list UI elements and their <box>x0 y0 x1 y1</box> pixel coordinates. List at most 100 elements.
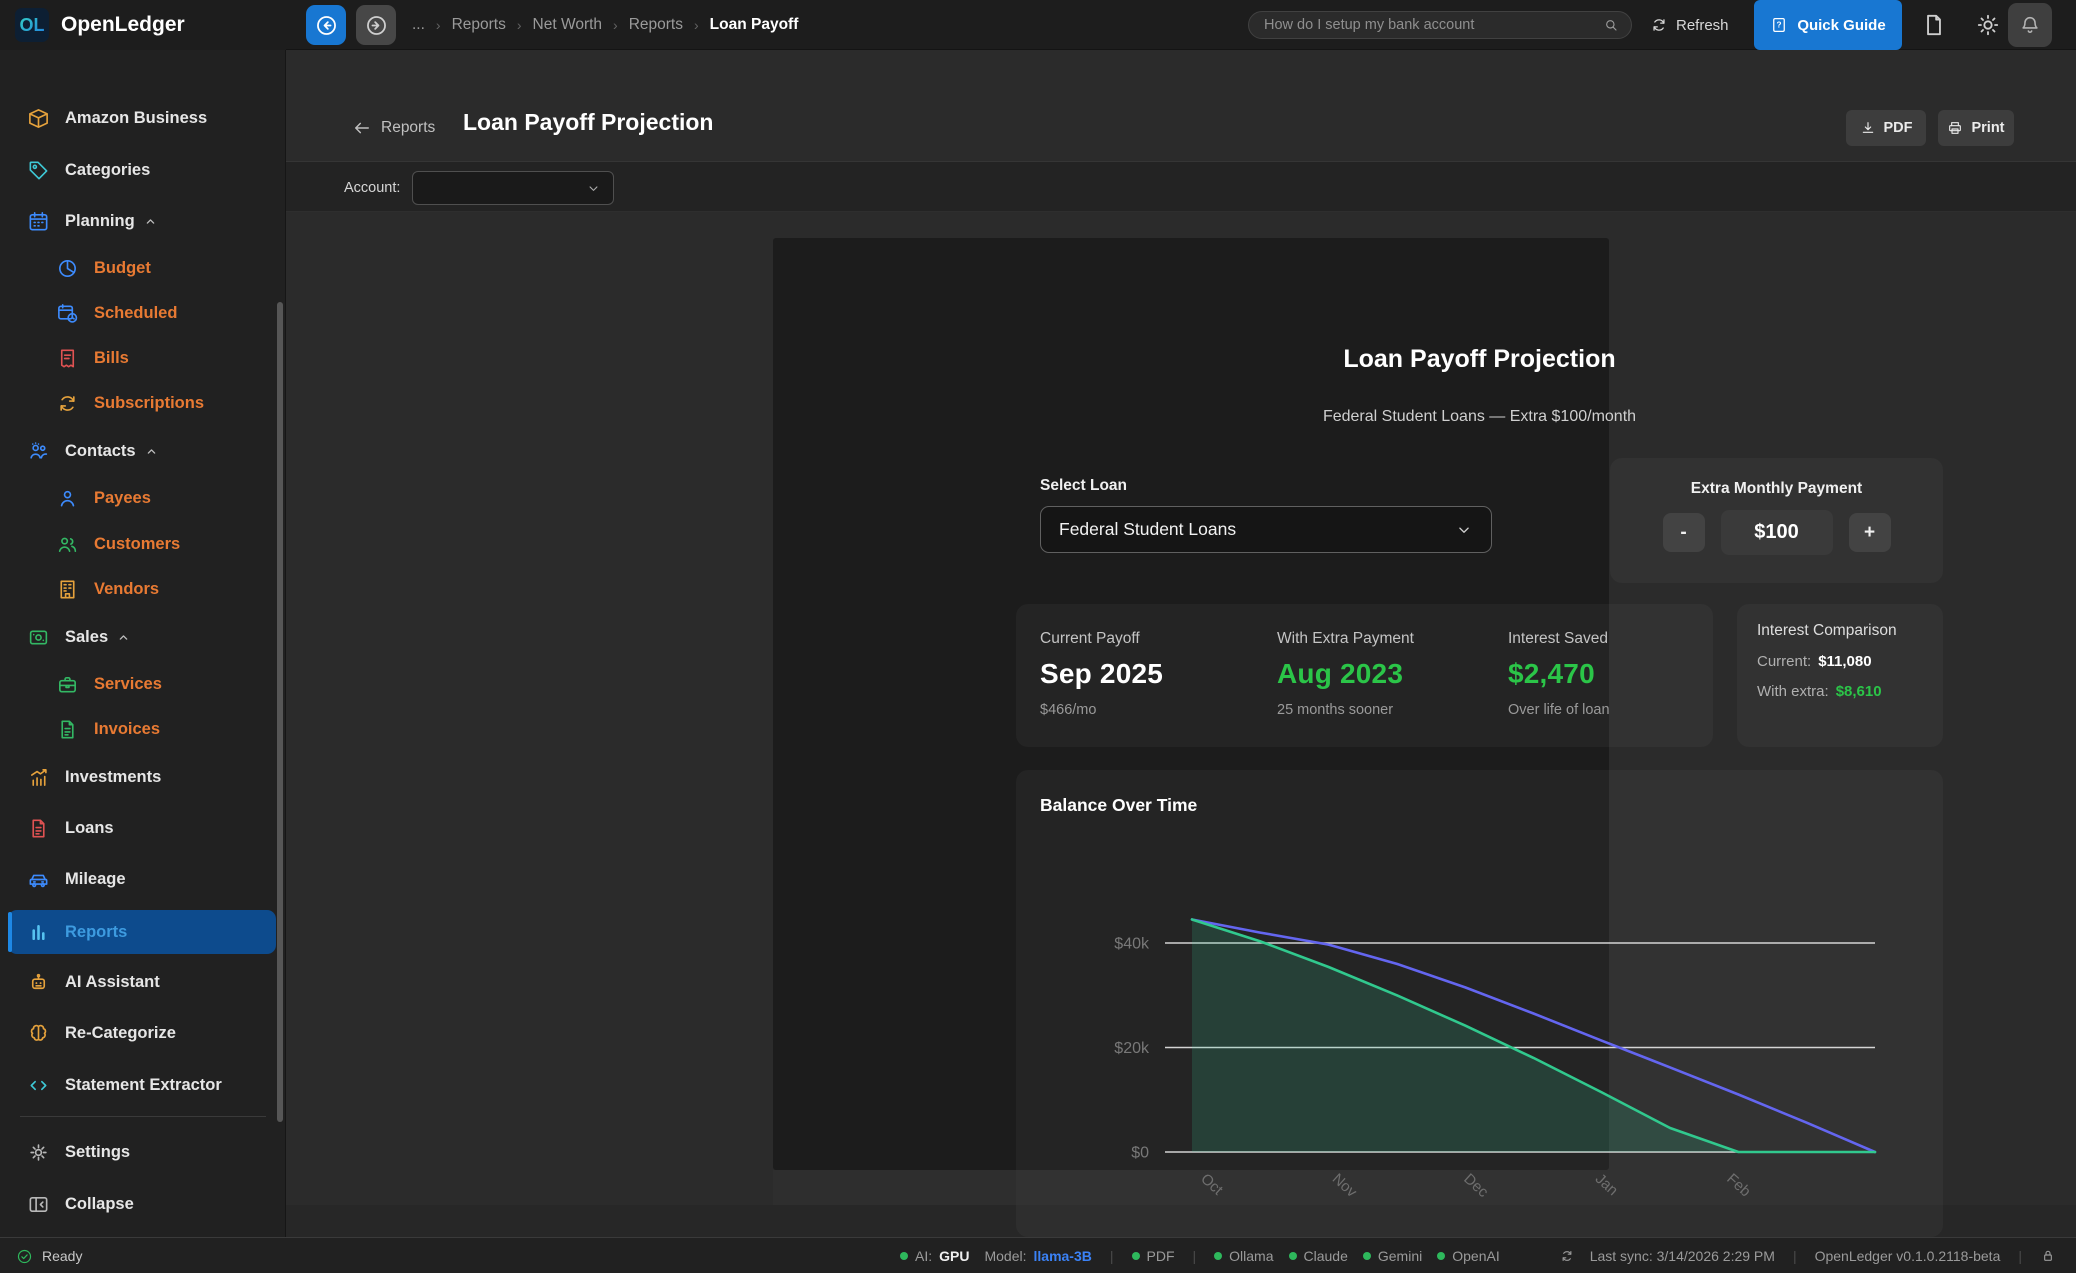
sidebar-item-label: Collapse <box>65 1195 134 1214</box>
user-icon <box>56 487 79 510</box>
x-axis-tick: Dec <box>1460 1170 1492 1201</box>
breadcrumb-item[interactable]: Reports <box>452 16 506 34</box>
sidebar-item-ai-assistant[interactable]: AI Assistant <box>8 960 276 1004</box>
app-window: OL OpenLedger ...›Reports›Net Worth›Repo… <box>0 0 2076 1273</box>
stat-value: Sep 2025 <box>1040 658 1163 690</box>
sidebar-item-settings[interactable]: Settings <box>8 1130 276 1174</box>
app-name: OpenLedger <box>61 13 185 37</box>
status-value: llama-3B <box>1034 1248 1092 1264</box>
pie-icon <box>56 257 79 280</box>
sync-icon <box>1559 1248 1575 1264</box>
status-value: GPU <box>939 1248 969 1264</box>
page-title: Loan Payoff Projection <box>463 109 713 136</box>
breadcrumb-separator: › <box>694 17 699 33</box>
provider-gemini: Gemini <box>1363 1248 1422 1264</box>
provider-openai: OpenAI <box>1437 1248 1499 1264</box>
sidebar-item-services[interactable]: Services <box>8 662 276 706</box>
refresh-button[interactable]: Refresh <box>1650 0 1729 50</box>
theme-sun-icon[interactable] <box>1975 12 2001 38</box>
sidebar-item-payees[interactable]: Payees <box>8 476 276 520</box>
status-label: PDF <box>1147 1248 1175 1264</box>
sidebar-item-statement-extractor[interactable]: Statement Extractor <box>8 1063 276 1107</box>
sidebar-item-subscriptions[interactable]: Subscriptions <box>8 381 276 425</box>
increase-payment-button[interactable]: + <box>1849 513 1891 552</box>
breadcrumb-item[interactable]: Net Worth <box>533 16 603 34</box>
sidebar-item-categories[interactable]: Categories <box>8 148 276 192</box>
nav-back-button[interactable] <box>306 5 346 45</box>
sidebar-item-contacts[interactable]: Contacts <box>8 429 276 473</box>
pdf-export-button[interactable]: PDF <box>1846 110 1926 146</box>
status-dot-icon <box>1437 1252 1445 1260</box>
comparison-row: Current:$11,080 <box>1757 653 1943 670</box>
notifications-button[interactable] <box>2008 3 2052 47</box>
sidebar-item-loans[interactable]: Loans <box>8 806 276 850</box>
sidebar: Amazon Business Categories Planning Budget S… <box>0 50 286 1237</box>
sidebar-item-customers[interactable]: Customers <box>8 522 276 566</box>
car-icon <box>27 868 50 891</box>
breadcrumb-item[interactable]: Reports <box>629 16 683 34</box>
sidebar-item-budget[interactable]: Budget <box>8 246 276 290</box>
sidebar-item-planning[interactable]: Planning <box>8 199 276 243</box>
receipt-icon <box>56 347 79 370</box>
status-dot-icon <box>1214 1252 1222 1260</box>
sidebar-item-label: Budget <box>94 259 151 278</box>
sidebar-item-re-categorize[interactable]: Re-Categorize <box>8 1011 276 1055</box>
status-segments: AI:GPUModel:llama-3B|PDF|OllamaClaudeGem… <box>900 1238 1500 1273</box>
filedoc-icon <box>27 817 50 840</box>
breadcrumb-item[interactable]: ... <box>412 16 425 34</box>
loan-select[interactable]: Federal Student Loans <box>1040 506 1492 553</box>
sidebar-item-reports[interactable]: Reports <box>8 910 276 954</box>
sidebar-item-scheduled[interactable]: Scheduled <box>8 291 276 335</box>
status-label: Model: <box>984 1248 1026 1264</box>
sidebar-item-bills[interactable]: Bills <box>8 336 276 380</box>
account-select[interactable] <box>412 171 614 205</box>
x-axis-tick: Nov <box>1329 1170 1361 1201</box>
sidebar-item-sales[interactable]: Sales <box>8 615 276 659</box>
decrease-payment-button[interactable]: - <box>1663 513 1705 552</box>
stat-interest-saved: Interest Saved$2,470Over life of loan <box>1508 630 1610 718</box>
stat-subtext: $466/mo <box>1040 702 1163 718</box>
sidebar-item-collapse[interactable]: Collapse <box>8 1182 276 1226</box>
app-version-label: OpenLedger v0.1.0.2118-beta <box>1815 1248 2001 1264</box>
sidebar-item-vendors[interactable]: Vendors <box>8 567 276 611</box>
sidebar-item-label: Sales <box>65 628 108 647</box>
search-input[interactable] <box>1249 17 1603 33</box>
loan-select-value: Federal Student Loans <box>1041 519 1455 540</box>
calendar-icon <box>27 210 50 233</box>
report-title: Loan Payoff Projection <box>1016 345 1943 374</box>
document-icon[interactable] <box>1921 12 1947 38</box>
download-icon <box>1860 120 1876 136</box>
sidebar-item-investments[interactable]: Investments <box>8 755 276 799</box>
comparison-label: Current: <box>1757 653 1811 670</box>
sidebar-divider <box>20 1116 266 1117</box>
pdf-status: PDF <box>1132 1248 1175 1264</box>
status-label: Gemini <box>1378 1248 1422 1264</box>
sidebar-scrollbar[interactable] <box>277 302 283 1122</box>
interest-comparison-title: Interest Comparison <box>1757 622 1943 640</box>
print-button[interactable]: Print <box>1938 110 2014 146</box>
search-box[interactable] <box>1248 11 1632 39</box>
y-axis-tick: $40k <box>1114 936 1150 953</box>
sidebar-item-label: Services <box>94 675 162 694</box>
stat-subtext: Over life of loan <box>1508 702 1610 718</box>
last-sync-label: Last sync: 3/14/2026 2:29 PM <box>1590 1248 1775 1264</box>
status-label: Claude <box>1304 1248 1348 1264</box>
arrow-left-circle-icon <box>314 13 339 38</box>
provider-ollama: Ollama <box>1214 1248 1273 1264</box>
status-separator: | <box>1190 1248 1200 1264</box>
lock-icon[interactable] <box>2040 1248 2056 1264</box>
quick-guide-button[interactable]: Quick Guide <box>1754 0 1902 50</box>
sidebar-item-label: Subscriptions <box>94 394 204 413</box>
back-to-reports-link[interactable]: Reports <box>352 111 435 145</box>
briefcase-icon <box>56 673 79 696</box>
sidebar-item-invoices[interactable]: Invoices <box>8 707 276 751</box>
sidebar-item-label: AI Assistant <box>65 973 160 992</box>
account-label: Account: <box>344 162 400 213</box>
sidebar-item-amazon-business[interactable]: Amazon Business <box>8 96 276 140</box>
sidebar-item-label: Settings <box>65 1143 130 1162</box>
check-circle-icon <box>16 1248 33 1265</box>
ready-label: Ready <box>42 1248 82 1264</box>
sidebar-item-mileage[interactable]: Mileage <box>8 857 276 901</box>
nav-forward-button[interactable] <box>356 5 396 45</box>
stat-subtext: 25 months sooner <box>1277 702 1414 718</box>
